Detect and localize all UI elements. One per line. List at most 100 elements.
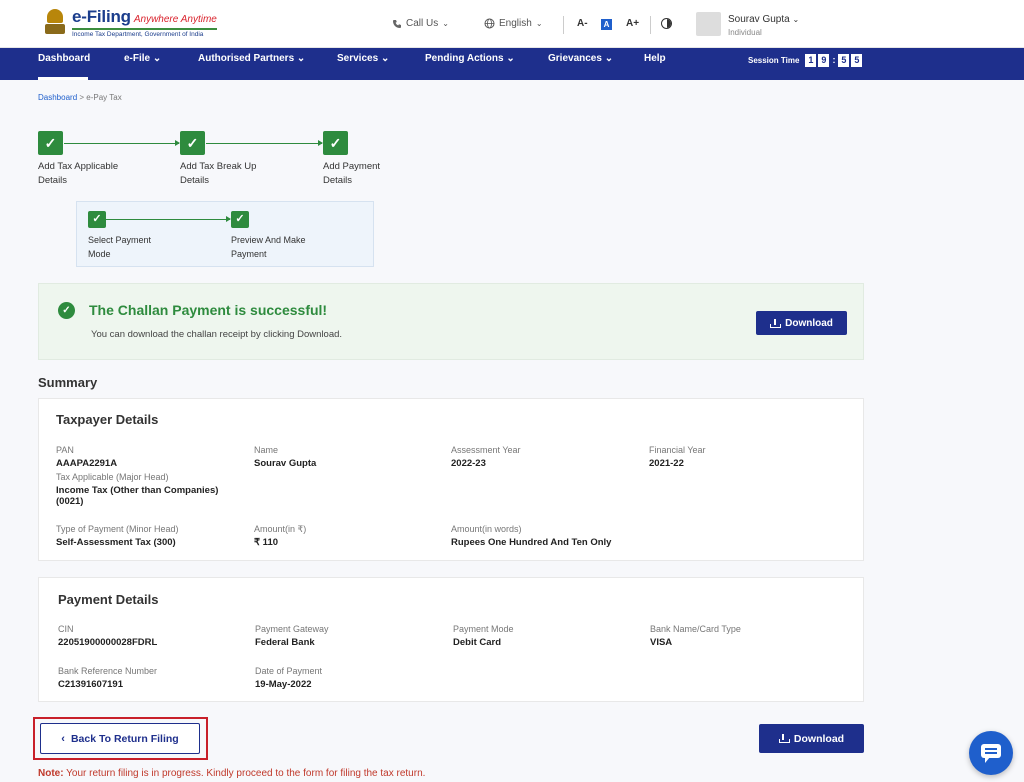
minor-head-value: Self-Assessment Tax (300)	[56, 537, 176, 548]
financial-year-value: 2021-22	[649, 458, 684, 469]
avatar[interactable]	[696, 12, 721, 36]
session-label: Session Time	[748, 56, 800, 65]
pan-label: PAN	[56, 445, 74, 455]
amount-words-value: Rupees One Hundred And Ten Only	[451, 537, 612, 548]
chevron-down-icon: ⌄	[535, 19, 543, 28]
bank-reference-value: C21391607191	[58, 679, 123, 690]
chevron-down-icon: ⌄	[792, 15, 800, 24]
payment-mode-label: Payment Mode	[453, 624, 514, 634]
minor-head-label: Type of Payment (Minor Head)	[56, 524, 179, 534]
efiling-logo[interactable]: e-Filing Anywhere Anytime Income Tax Depa…	[44, 7, 217, 38]
back-to-return-filing-button[interactable]: ‹ Back To Return Filing	[40, 723, 200, 754]
step-label: Add Tax Break Up Details	[180, 161, 257, 186]
chevron-down-icon: ⌄	[506, 53, 515, 64]
phone-icon	[393, 19, 401, 28]
success-banner: ✓ The Challan Payment is successful! You…	[38, 283, 864, 360]
session-digit: 9	[818, 54, 830, 67]
financial-year-label: Financial Year	[649, 445, 706, 455]
substep-complete-check-icon: ✓	[231, 211, 249, 228]
font-increase-button[interactable]: A+	[626, 18, 639, 29]
progress-note: Note: Your return filing is in progress.…	[38, 768, 426, 779]
chatbot-button[interactable]	[969, 731, 1013, 775]
chevron-down-icon: ⌄	[604, 53, 614, 64]
session-colon: :	[832, 55, 836, 65]
brand-tagline: Anywhere Anytime	[133, 14, 217, 25]
nav-services[interactable]: Services ⌄	[337, 48, 389, 80]
success-message: You can download the challan receipt by …	[91, 329, 343, 340]
chevron-left-icon: ‹	[61, 732, 65, 745]
bank-card-label: Bank Name/Card Type	[650, 624, 741, 634]
name-label: Name	[254, 445, 279, 455]
date-of-payment-value: 19-May-2022	[255, 679, 312, 690]
major-head-value: Income Tax (Other than Companies) (0021)	[56, 485, 219, 507]
substep-complete-check-icon: ✓	[88, 211, 106, 228]
font-normal-button[interactable]: A	[601, 19, 612, 30]
chat-icon	[981, 744, 1001, 763]
session-timer: Session Time 1 9 : 5 5	[748, 54, 863, 67]
step-label: Add Tax Applicable Details	[38, 161, 119, 186]
divider	[650, 16, 651, 34]
gateway-label: Payment Gateway	[255, 624, 329, 634]
substep-connector	[106, 216, 231, 222]
session-digit: 1	[805, 54, 817, 67]
session-digit: 5	[851, 54, 863, 67]
assessment-year-label: Assessment Year	[451, 445, 521, 455]
call-us-label: Call Us	[406, 18, 439, 29]
step-complete-check-icon: ✓	[323, 131, 348, 155]
user-name: Sourav Gupta	[728, 14, 790, 25]
call-us-menu[interactable]: Call Us ⌄	[392, 18, 449, 29]
step-connector	[64, 140, 180, 146]
breadcrumb-dashboard[interactable]: Dashboard	[38, 93, 77, 102]
name-value: Sourav Gupta	[254, 458, 317, 469]
download-receipt-button[interactable]: Download	[756, 311, 847, 335]
language-label: English	[499, 18, 532, 29]
payment-mode-value: Debit Card	[453, 637, 502, 648]
bank-card-value: VISA	[650, 637, 673, 648]
chevron-down-icon: ⌄	[296, 53, 306, 64]
font-decrease-button[interactable]: A-	[577, 18, 588, 29]
download-button[interactable]: Download	[759, 724, 864, 753]
payment-details-title: Payment Details	[58, 592, 159, 607]
taxpayer-details-title: Taxpayer Details	[56, 412, 159, 427]
language-select[interactable]: English ⌄	[484, 18, 543, 29]
nav-efile[interactable]: e-File ⌄	[124, 48, 161, 80]
success-check-icon: ✓	[58, 302, 75, 319]
amount-label: Amount(in ₹)	[254, 524, 307, 534]
globe-icon	[484, 18, 495, 29]
pan-value: AAAPA2291A	[56, 458, 118, 469]
divider	[563, 16, 564, 34]
breadcrumb-current: e-Pay Tax	[86, 93, 122, 102]
assessment-year-value: 2022-23	[451, 458, 486, 469]
step-connector	[206, 140, 323, 146]
cin-label: CIN	[58, 624, 74, 634]
brand-name: e-Filing	[72, 7, 131, 26]
contrast-toggle-icon[interactable]	[661, 18, 672, 29]
payment-details-card: Payment Details CIN 22051900000028FDRL P…	[38, 577, 864, 702]
session-digit: 5	[838, 54, 850, 67]
substep-label: Select Payment Mode	[88, 235, 152, 259]
download-icon	[770, 318, 782, 328]
nav-dashboard[interactable]: Dashboard	[38, 48, 90, 80]
step-label: Add Payment Details	[323, 161, 381, 186]
nav-grievances[interactable]: Grievances ⌄	[548, 48, 613, 80]
bank-reference-label: Bank Reference Number	[58, 666, 158, 676]
emblem-icon	[44, 8, 66, 37]
nav-pending-actions[interactable]: Pending Actions ⌄	[425, 48, 515, 80]
top-header: e-Filing Anywhere Anytime Income Tax Depa…	[0, 0, 1024, 48]
main-nav: Dashboard e-File ⌄ Authorised Partners ⌄…	[0, 48, 1024, 80]
chevron-down-icon: ⌄	[152, 53, 162, 64]
date-of-payment-label: Date of Payment	[255, 666, 323, 676]
major-head-label: Tax Applicable (Major Head)	[56, 472, 169, 482]
download-icon	[778, 734, 790, 743]
brand-subtitle: Income Tax Department, Government of Ind…	[72, 28, 217, 38]
nav-authorised-partners[interactable]: Authorised Partners ⌄	[198, 48, 305, 80]
nav-help[interactable]: Help	[644, 48, 666, 80]
step-complete-check-icon: ✓	[38, 131, 63, 155]
substep-label: Preview And Make Payment	[231, 235, 306, 259]
chevron-down-icon: ⌄	[380, 53, 390, 64]
breadcrumb: Dashboard > e-Pay Tax	[38, 93, 122, 102]
summary-heading: Summary	[38, 375, 98, 390]
user-menu[interactable]: Sourav Gupta ⌄	[728, 14, 799, 25]
taxpayer-details-card: Taxpayer Details PAN AAAPA2291A Name Sou…	[38, 398, 864, 561]
amount-words-label: Amount(in words)	[451, 524, 522, 534]
